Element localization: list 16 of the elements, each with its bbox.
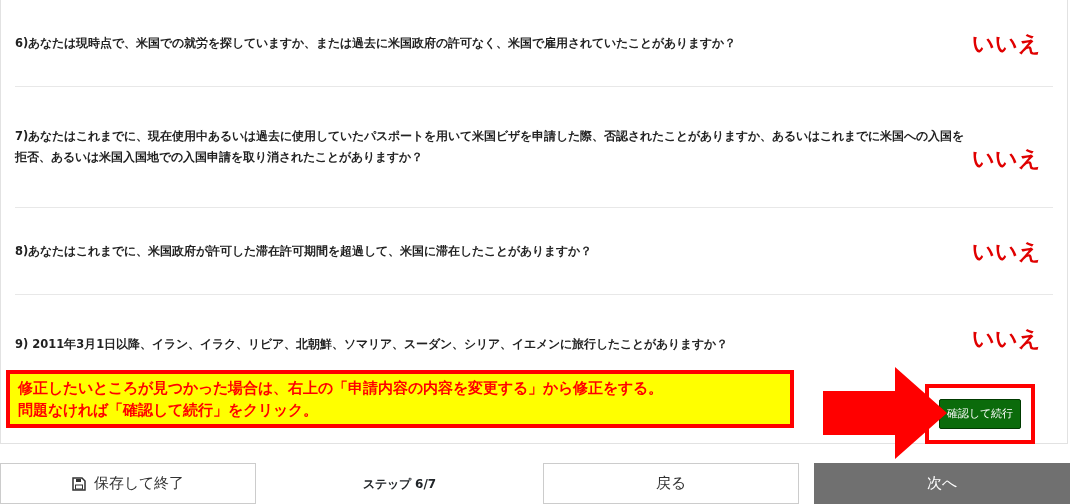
answer-text: いいえ [972, 144, 1041, 173]
confirm-button[interactable]: 確認して続行 [939, 398, 1021, 430]
answer-text: いいえ [972, 29, 1041, 58]
annotation-text: 問題なければ「確認して続行」をクリック。 [18, 401, 319, 420]
save-icon [72, 476, 86, 491]
answer-text: いいえ [972, 237, 1041, 266]
next-button[interactable]: 次へ [814, 463, 1070, 504]
question-text: 6)あなたは現時点で、米国での就労を探していますか、または過去に米国政府の許可なく、米国で雇用されていたことがありますか？ [15, 34, 738, 52]
save-button[interactable]: 保存して終了 [0, 463, 256, 504]
answer-text: いいえ [972, 325, 1041, 353]
question-text: 8)あなたはこれまでに、米国政府が許可した滞在許可期間を超過して、米国に滞在したことがありますか？ [15, 242, 594, 260]
back-button[interactable]: 戻る [543, 463, 799, 504]
annotation-text: 修正したいところが見つかった場合は、右上の「申請内容の内容を変更する」から修正をする。 [18, 378, 664, 398]
step-indicator: ステップ 6/7 [361, 475, 438, 493]
question-text: 9) 2011年3月1日以降、イラン、イラク、リビア、北朝鮮、ソマリア、スーダン、シリア、イエメンに旅行したことがありますか？ [15, 336, 730, 354]
question-text: 7)あなたはこれまでに、現在使用中あるいは過去に使用していたパスポートを用いて米国ビザを申請した際、否認されたことがありますか、あるいはこれまでに米国への入国を拒否、あるいは米国入国地での入国申請を取り消されたことがありますか？ [15, 128, 966, 166]
